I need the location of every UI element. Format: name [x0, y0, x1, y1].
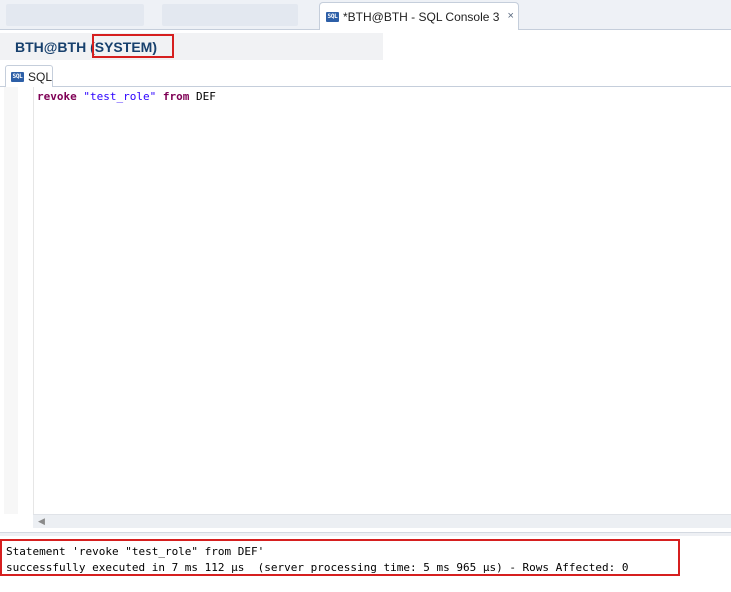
editor-gutter-line [33, 87, 34, 514]
editor-tab-hidden-1[interactable] [6, 4, 144, 26]
keyword-from: from [162, 90, 190, 103]
editor-tab-sql-console-3[interactable]: SQL *BTH@BTH - SQL Console 3 × [319, 2, 519, 30]
keyword-revoke: revoke [37, 90, 77, 103]
string-role-name: "test_role" [83, 90, 157, 103]
editor-tab-label: *BTH@BTH - SQL Console 3 [343, 9, 500, 24]
code-line[interactable]: revoke "test_role" from DEF [37, 90, 216, 103]
tab-sql-label: SQL [27, 69, 52, 84]
tab-sql[interactable]: SQL SQL [5, 65, 53, 87]
editor-left-ruler [4, 87, 18, 514]
system-user-highlight [92, 34, 174, 58]
sql-editor[interactable]: revoke "test_role" from DEF [0, 87, 731, 514]
identifier-user: DEF [195, 90, 216, 103]
sql-console-icon: SQL [326, 11, 339, 22]
subtab-row: SQL SQL [0, 64, 731, 87]
editor-tab-hidden-2[interactable] [162, 4, 298, 26]
horizontal-scrollbar[interactable]: ◀ [33, 514, 731, 528]
sql-icon: SQL [11, 71, 24, 82]
close-icon[interactable]: × [507, 11, 513, 22]
editor-tab-strip: SQL *BTH@BTH - SQL Console 3 × [0, 0, 731, 30]
scroll-left-icon[interactable]: ◀ [38, 516, 45, 527]
result-highlight [0, 539, 680, 576]
